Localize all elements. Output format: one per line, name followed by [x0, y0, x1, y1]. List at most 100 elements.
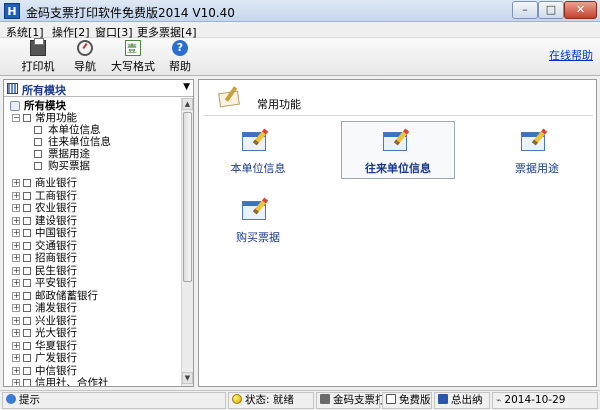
checkbox[interactable]: [23, 316, 31, 325]
close-button[interactable]: ✕: [564, 1, 597, 19]
expand-icon[interactable]: +: [12, 279, 20, 287]
buy-bills-tile[interactable]: 购买票据: [203, 191, 313, 246]
status-total-text: 总出纳: [451, 394, 483, 406]
menu-bar: 系统[1] 操作[2] 窗口[3] 更多票据[4]: [0, 22, 600, 39]
writing-pen-icon: [217, 86, 243, 108]
tree-node-label: 信用社、合作社: [35, 377, 109, 386]
status-hint-text: 提示: [19, 394, 40, 406]
checkbox[interactable]: [23, 114, 31, 122]
expand-icon[interactable]: +: [12, 291, 20, 300]
expand-icon[interactable]: +: [12, 304, 20, 312]
tree-node-label: 交通银行: [35, 239, 77, 252]
tile-label: 购买票据: [236, 231, 280, 244]
checkbox[interactable]: [23, 354, 31, 362]
expand-icon[interactable]: +: [12, 329, 20, 337]
tree-leaf-label: 本单位信息: [48, 124, 101, 136]
scroll-up-button[interactable]: ▲: [182, 98, 193, 110]
checkbox[interactable]: [34, 126, 42, 134]
edit-window-icon: [242, 128, 272, 154]
navigation-icon: [77, 40, 93, 56]
modules-grid-icon: [7, 83, 18, 94]
tile-label: 本单位信息: [230, 162, 286, 175]
tree-node-label: 华夏银行: [35, 339, 77, 352]
scroll-thumb[interactable]: [183, 112, 192, 282]
online-help-link[interactable]: 在线帮助: [549, 47, 593, 63]
status-edition: 免费版: [382, 392, 432, 409]
expand-icon[interactable]: +: [12, 241, 20, 250]
uppercase-format-button[interactable]: 大写格式: [110, 40, 156, 74]
printer-label: 打印机: [21, 60, 55, 73]
tree-scrollbar[interactable]: ▲ ▼: [181, 98, 193, 386]
collapse-icon[interactable]: −: [12, 114, 20, 122]
checkbox[interactable]: [34, 162, 42, 170]
navigation-button[interactable]: 导航: [70, 40, 100, 74]
status-state: 状态: 就绪: [228, 392, 314, 409]
bill-purpose-tile[interactable]: 票据用途: [482, 122, 592, 177]
minimize-button[interactable]: –: [512, 1, 538, 19]
checkbox[interactable]: [23, 216, 31, 225]
expand-icon[interactable]: +: [12, 204, 20, 212]
expand-icon[interactable]: +: [12, 366, 20, 375]
uppercase-format-label: 大写格式: [111, 60, 155, 73]
status-edition-text: 免费版: [399, 394, 431, 406]
expand-icon[interactable]: +: [12, 341, 20, 350]
edit-window-icon: [242, 197, 272, 223]
status-total: 总出纳: [434, 392, 490, 409]
status-light-icon: [232, 394, 242, 404]
checkbox[interactable]: [23, 266, 31, 275]
uppercase-format-icon: [125, 40, 141, 56]
tree-node-label: 建设银行: [35, 214, 77, 227]
root-folder-icon: [10, 101, 20, 111]
checkbox[interactable]: [23, 254, 31, 262]
help-button[interactable]: ? 帮助: [166, 40, 194, 74]
partner-unit-info-tile[interactable]: 往来单位信息: [341, 121, 455, 179]
checkbox[interactable]: [23, 304, 31, 312]
toolbar: 打印机 导航 大写格式 ? 帮助 在线帮助: [0, 38, 600, 76]
section-divider: [203, 115, 593, 116]
tree-node-label: 常用功能: [35, 112, 77, 124]
status-product: 金码支票打印: [316, 392, 396, 409]
checkbox[interactable]: [23, 366, 31, 375]
checkbox[interactable]: [23, 191, 31, 200]
module-selector[interactable]: 所有模块 ▼: [4, 80, 193, 97]
checkbox[interactable]: [34, 150, 42, 158]
expand-icon[interactable]: +: [12, 254, 20, 262]
expand-icon[interactable]: +: [12, 316, 20, 325]
maximize-button[interactable]: □: [538, 1, 564, 19]
chevron-down-icon[interactable]: ▼: [183, 82, 190, 92]
printer-button[interactable]: 打印机: [18, 38, 58, 74]
window-title: 金码支票打印软件免费版2014 V10.40: [26, 6, 235, 20]
checkbox[interactable]: [23, 379, 31, 386]
scroll-down-button[interactable]: ▼: [182, 372, 193, 384]
tree-node-label: 广发银行: [35, 352, 77, 364]
checkbox[interactable]: [23, 204, 31, 212]
expand-icon[interactable]: +: [12, 179, 20, 187]
module-selector-label: 所有模块: [22, 84, 66, 97]
app-icon: H: [4, 3, 20, 19]
checkbox[interactable]: [23, 341, 31, 350]
edit-window-icon: [383, 128, 413, 154]
expand-icon[interactable]: +: [12, 191, 20, 200]
expand-icon[interactable]: +: [12, 354, 20, 362]
expand-icon[interactable]: +: [12, 216, 20, 225]
checkbox[interactable]: [23, 241, 31, 250]
printer-icon: [320, 394, 330, 404]
document-icon: [386, 394, 396, 404]
tree-leaf-label: 票据用途: [48, 148, 90, 160]
checkbox[interactable]: [23, 179, 31, 187]
own-unit-info-tile[interactable]: 本单位信息: [203, 122, 313, 177]
printer-icon: [30, 38, 46, 56]
expand-icon[interactable]: +: [12, 229, 20, 237]
section-title: 常用功能: [257, 98, 301, 111]
checkbox[interactable]: [23, 291, 31, 300]
edit-window-icon: [521, 128, 551, 154]
checkbox[interactable]: [34, 138, 42, 146]
tile-label: 往来单位信息: [365, 162, 431, 175]
checkbox[interactable]: [23, 229, 31, 237]
expand-icon[interactable]: +: [12, 379, 20, 386]
checkbox[interactable]: [23, 279, 31, 287]
status-date: ⌁ 2014-10-29: [492, 392, 598, 409]
checkbox[interactable]: [23, 329, 31, 337]
expand-icon[interactable]: +: [12, 266, 20, 275]
title-bar[interactable]: H 金码支票打印软件免费版2014 V10.40 – □ ✕: [0, 0, 600, 22]
